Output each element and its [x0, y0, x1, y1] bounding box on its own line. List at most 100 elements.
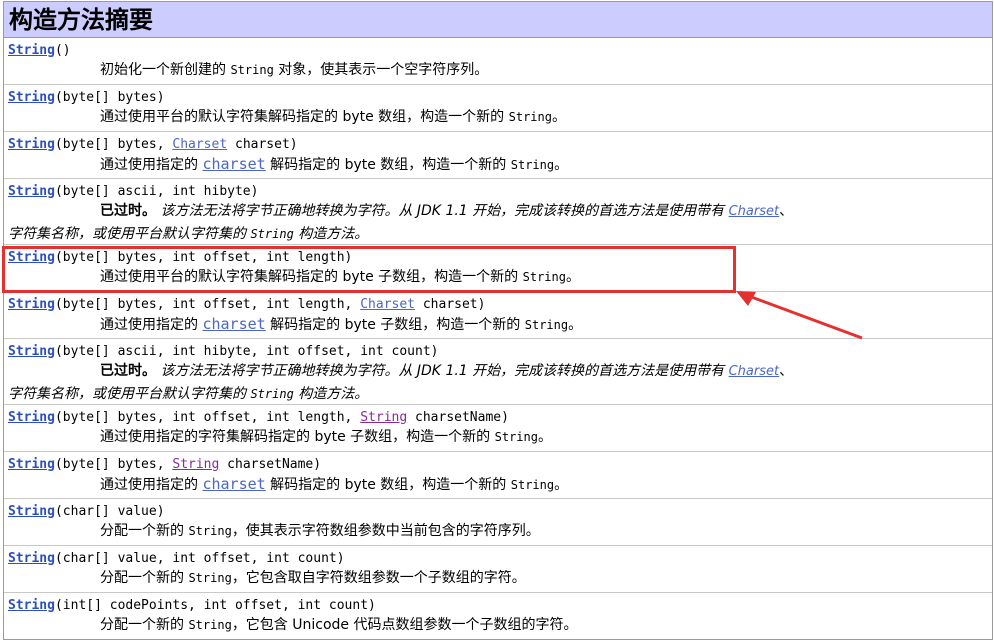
table-row: String(byte[] bytes) 通过使用平台的默认字符集解码指定的 b…: [4, 85, 992, 132]
constructor-link[interactable]: String: [8, 598, 55, 613]
signature: String(): [8, 42, 992, 59]
desc-text: 。: [554, 157, 569, 173]
signature: String(byte[] ascii, int hibyte): [8, 183, 992, 200]
params: charsetName): [407, 410, 509, 425]
table-row: String(byte[] ascii, int hibyte, int off…: [4, 339, 992, 405]
table-row: String(byte[] bytes, String charsetName)…: [4, 452, 992, 499]
desc-code: String: [188, 618, 232, 632]
params: (byte[] bytes, int offset, int length,: [54, 297, 361, 312]
constructor-link[interactable]: String: [8, 43, 55, 58]
desc-code: String: [510, 478, 555, 492]
description: 分配一个新的 String，它包含取自字符数组参数一个子数组的字符。: [8, 567, 992, 590]
desc-text: 、: [779, 203, 794, 219]
deprecated-text: 字符集名称，或使用平台默认字符集的: [8, 226, 251, 242]
desc-text: 通过使用指定的: [100, 157, 203, 173]
type-link[interactable]: String: [360, 410, 407, 425]
desc-code: String: [494, 430, 538, 444]
params: (byte[] ascii, int hibyte): [54, 184, 259, 199]
params: charset): [227, 137, 298, 152]
table-row: String() 初始化一个新创建的 String 对象，使其表示一个空字符序列…: [4, 38, 992, 85]
desc-code: String: [510, 158, 555, 172]
table-row: String(char[] value) 分配一个新的 String，使其表示字…: [4, 499, 992, 546]
charset-link[interactable]: Charset: [729, 364, 780, 379]
desc-text: ，使其表示字符数组参数中当前包含的字符序列。: [231, 523, 540, 539]
constructor-link[interactable]: String: [8, 504, 55, 519]
deprecated-text: 构造方法。: [293, 226, 369, 242]
annotation-arrow-icon: [736, 291, 863, 340]
params: (int[] codePoints, int offset, int count…: [54, 598, 376, 613]
desc-text: 分配一个新的: [100, 523, 189, 539]
type-link[interactable]: Charset: [172, 137, 227, 152]
charset-link[interactable]: charset: [202, 155, 265, 173]
table-row: String(byte[] ascii, int hibyte) 已过时。 该方…: [4, 179, 992, 245]
deprecated-note-line2: 字符集名称，或使用平台默认字符集的 String 构造方法。: [8, 383, 992, 404]
constructor-link[interactable]: String: [8, 344, 55, 359]
signature: String(char[] value, int offset, int cou…: [8, 550, 992, 567]
desc-text: 。: [554, 477, 569, 493]
description: 初始化一个新创建的 String 对象，使其表示一个空字符序列。: [8, 59, 992, 82]
desc-text: 。: [551, 109, 566, 125]
desc-text: 。: [537, 429, 552, 445]
desc-code: String: [188, 524, 232, 538]
table-row: String(int[] codePoints, int offset, int…: [4, 593, 992, 639]
constructor-link[interactable]: String: [8, 137, 55, 152]
params: (char[] value): [54, 504, 165, 519]
desc-text: 通过使用平台的默认字符集解码指定的 byte 数组，构造一个新的: [100, 109, 509, 125]
description: 通过使用指定的 charset 解码指定的 byte 数组，构造一个新的 Str…: [8, 153, 992, 177]
params: charset): [415, 297, 486, 312]
signature: String(int[] codePoints, int offset, int…: [8, 597, 992, 614]
desc-code: String: [250, 227, 294, 241]
desc-text: ，它包含 Unicode 代码点数组参数一个子数组的字符。: [231, 617, 578, 633]
params: (): [54, 43, 71, 58]
constructor-link[interactable]: String: [8, 184, 55, 199]
deprecated-label: 已过时。: [100, 203, 156, 219]
type-link[interactable]: String: [172, 457, 219, 472]
desc-text: 。: [568, 317, 583, 333]
charset-link[interactable]: charset: [202, 475, 265, 493]
params: charsetName): [219, 457, 322, 472]
desc-code: String: [524, 318, 569, 332]
params: (byte[] ascii, int hibyte, int offset, i…: [54, 344, 439, 359]
params: (char[] value, int offset, int count): [54, 551, 345, 566]
table-row: String(byte[] bytes, int offset, int len…: [4, 405, 992, 452]
signature: String(byte[] bytes): [8, 89, 992, 106]
table-row: String(char[] value, int offset, int cou…: [4, 546, 992, 593]
params: (byte[] bytes,: [54, 137, 173, 152]
deprecated-text: 该方法无法将字节正确地转换为字符。从 JDK 1.1 开始，完成该转换的首选方法…: [156, 363, 729, 379]
constructor-link[interactable]: String: [8, 457, 55, 472]
constructor-link[interactable]: String: [8, 90, 55, 105]
desc-code: String: [250, 387, 294, 401]
desc-code: String: [188, 571, 232, 585]
charset-link[interactable]: charset: [202, 315, 265, 333]
description: 分配一个新的 String，它包含 Unicode 代码点数组参数一个子数组的字…: [8, 614, 992, 637]
deprecated-note: 已过时。 该方法无法将字节正确地转换为字符。从 JDK 1.1 开始，完成该转换…: [8, 200, 992, 223]
desc-text: 对象，使其表示一个空字符序列。: [273, 62, 489, 78]
deprecated-label: 已过时。: [100, 363, 156, 379]
description: 通过使用指定的字符集解码指定的 byte 子数组，构造一个新的 String。: [8, 426, 992, 449]
description: 通过使用指定的 charset 解码指定的 byte 数组，构造一个新的 Str…: [8, 473, 992, 497]
params: (byte[] bytes,: [54, 457, 173, 472]
desc-text: 通过使用指定的: [100, 317, 203, 333]
params: (byte[] bytes, int offset, int length,: [54, 410, 361, 425]
table-row: String(byte[] bytes, Charset charset) 通过…: [4, 132, 992, 179]
deprecated-note: 已过时。 该方法无法将字节正确地转换为字符。从 JDK 1.1 开始，完成该转换…: [8, 360, 992, 383]
deprecated-note-line2: 字符集名称，或使用平台默认字符集的 String 构造方法。: [8, 223, 992, 244]
signature: String(byte[] bytes, Charset charset): [8, 136, 992, 153]
desc-text: 解码指定的 byte 数组，构造一个新的: [265, 477, 511, 493]
signature: String(byte[] bytes, String charsetName): [8, 456, 992, 473]
params: (byte[] bytes): [54, 90, 165, 105]
type-link[interactable]: Charset: [360, 297, 415, 312]
constructor-link[interactable]: String: [8, 297, 55, 312]
desc-text: 初始化一个新创建的: [100, 62, 231, 78]
constructor-link[interactable]: String: [8, 551, 55, 566]
deprecated-text: 构造方法。: [293, 386, 369, 402]
charset-link[interactable]: Charset: [729, 204, 780, 219]
constructor-link[interactable]: String: [8, 410, 55, 425]
desc-text: 、: [779, 363, 794, 379]
description: 通过使用平台的默认字符集解码指定的 byte 数组，构造一个新的 String。: [8, 106, 992, 129]
desc-text: 解码指定的 byte 子数组，构造一个新的: [265, 317, 525, 333]
desc-text: 分配一个新的: [100, 570, 189, 586]
description: 分配一个新的 String，使其表示字符数组参数中当前包含的字符序列。: [8, 520, 992, 543]
desc-text: 分配一个新的: [100, 617, 189, 633]
signature: String(byte[] bytes, int offset, int len…: [8, 409, 992, 426]
